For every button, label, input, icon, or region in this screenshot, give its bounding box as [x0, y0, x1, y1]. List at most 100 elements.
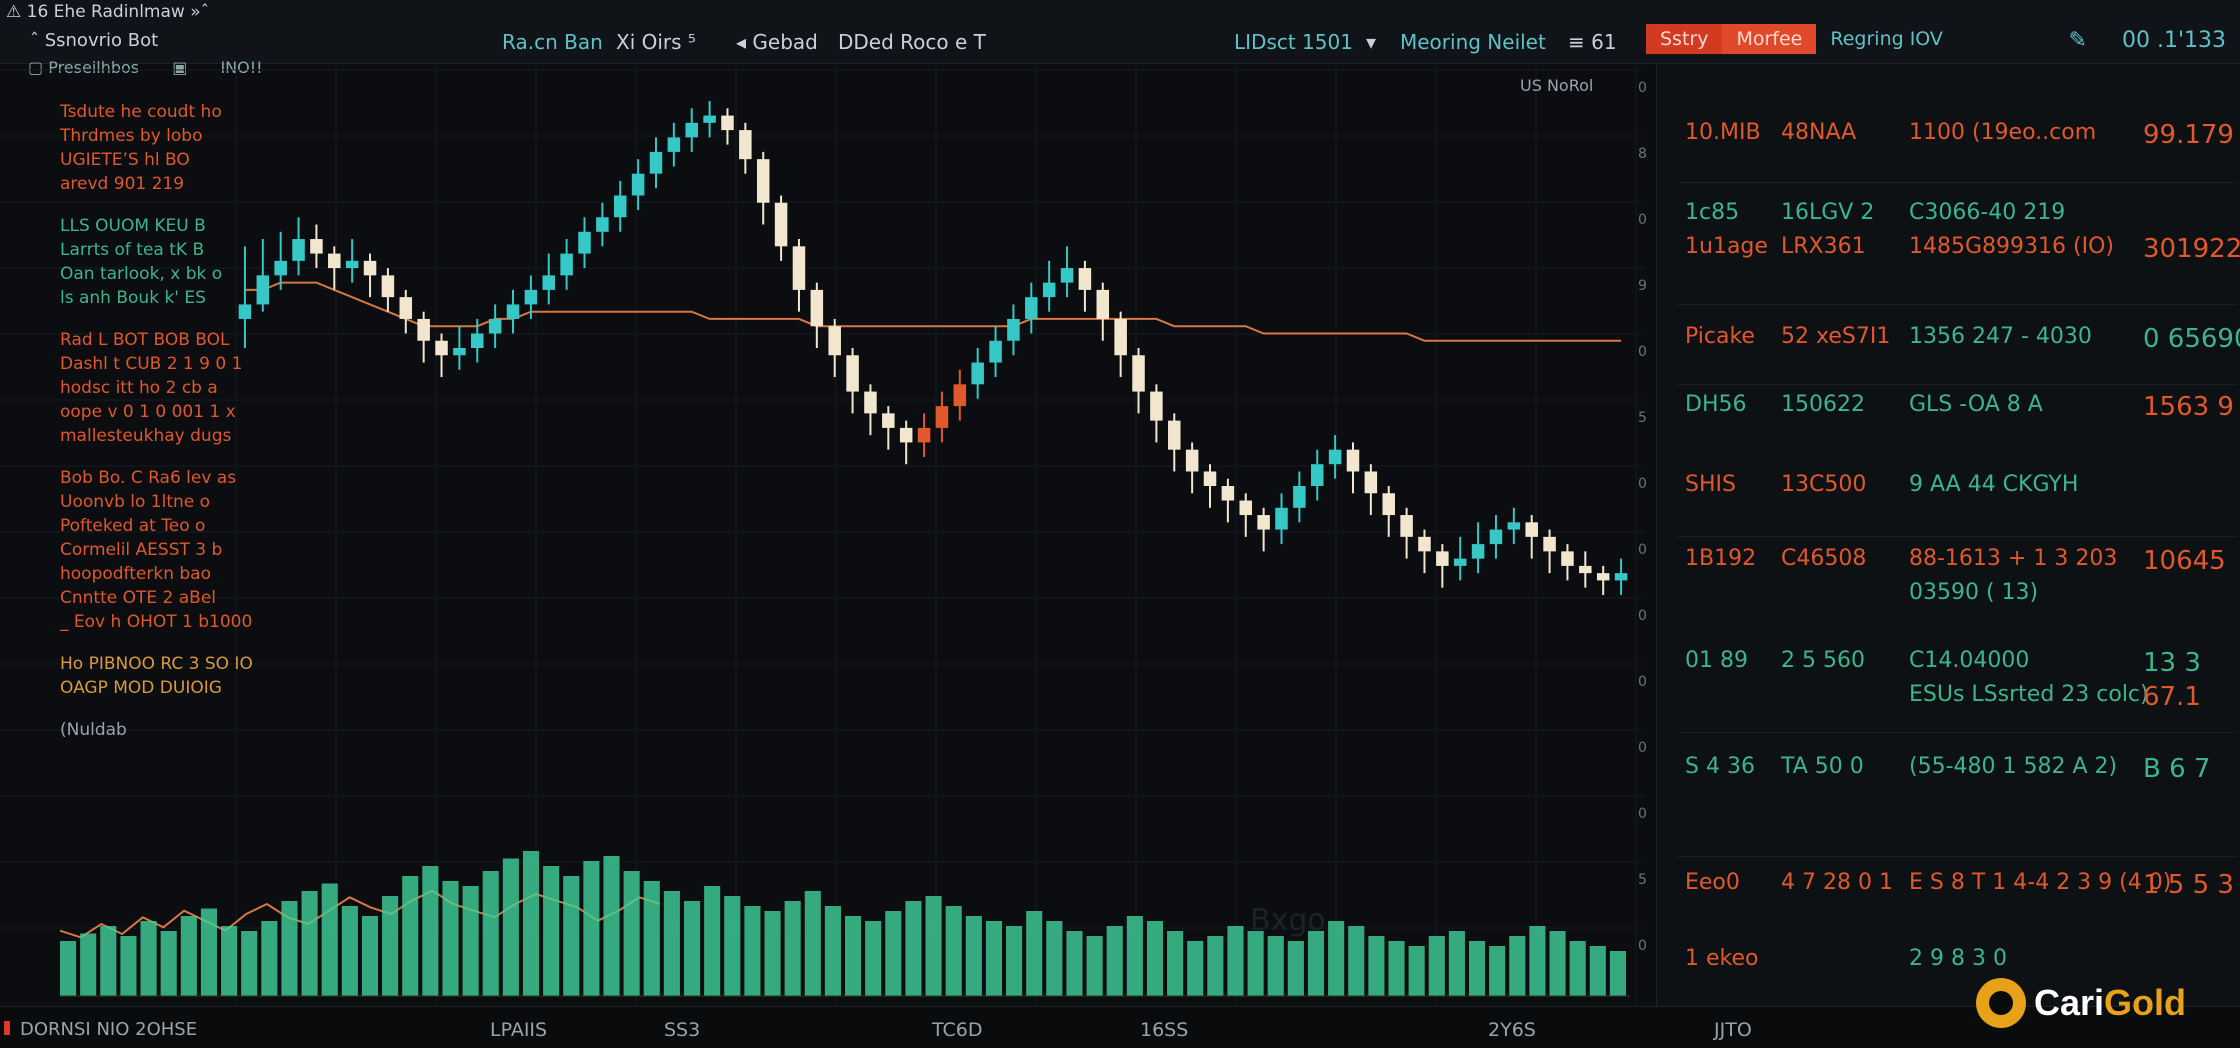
candle-body [953, 384, 967, 407]
candle-body [1096, 289, 1110, 319]
table-row[interactable]: SHIS 13C500 9 AA 44 CKGYH [1657, 472, 2240, 512]
volume-bar [1006, 926, 1023, 996]
volume-bar [764, 911, 781, 996]
volume-bar [321, 883, 338, 996]
menu-item-model[interactable]: DDed Roco e T [838, 30, 986, 54]
panel-tabs: Sstry Morfee Regring IOV [1646, 24, 1957, 54]
candle-body [882, 413, 895, 428]
table-cell: 1B192 [1685, 546, 1757, 571]
table-row[interactable]: DH56 150622 GLS -OA 8 A 1563 9 [1657, 392, 2240, 432]
candle-body [1543, 536, 1556, 552]
volume-bar [985, 921, 1002, 996]
volume-bar [744, 906, 761, 996]
tab-summary[interactable]: Sstry [1646, 24, 1723, 54]
info-line: Tsdute he coudt ho [60, 102, 222, 122]
table-row[interactable]: 03590 ( 13) [1657, 580, 2240, 620]
candle-body [381, 275, 395, 298]
volume-bar [965, 916, 982, 996]
candle-body [685, 122, 698, 138]
table-row[interactable]: Picake 52 xeS7I1 1356 247 - 4030 0 65690 [1657, 324, 2240, 364]
candle-body [256, 275, 270, 305]
volume-bar [865, 921, 882, 996]
candle-body [1239, 500, 1253, 516]
menu-item-orders[interactable]: Xi Oirs ⁵ [616, 30, 696, 54]
candle-body [310, 239, 323, 254]
volume-bar [1569, 941, 1586, 996]
table-cell: C3066-40 219 [1909, 200, 2066, 225]
price-axis-tick: 0 [1638, 740, 1647, 756]
table-cell: 48NAA [1781, 120, 1857, 145]
table-cell: 301922 [2143, 234, 2240, 264]
menu-item-global[interactable]: ◂ Gebad [736, 30, 818, 54]
candle-body [1328, 449, 1342, 465]
info-line: _ Eov h OHOT 1 b1000 [60, 612, 253, 632]
volume-bar [885, 911, 902, 996]
table-cell: DH56 [1685, 392, 1747, 417]
volume-bar [522, 851, 540, 996]
volume-bar [925, 896, 942, 996]
price-chart[interactable]: Bxgo [0, 64, 1645, 1006]
table-row[interactable]: ESUs LSsrted 23 colc) 67.1 [1657, 682, 2240, 722]
volume-bar [1509, 936, 1526, 996]
candle-body [721, 115, 734, 131]
table-cell: 2 5 560 [1781, 648, 1865, 673]
table-row[interactable]: 10.MIB 48NAA 1100 (19eo..com 99.179 [1657, 120, 2240, 160]
candle-body [1203, 471, 1217, 486]
volume-bar [784, 901, 801, 996]
price-axis[interactable]: 0 8 0 9 0 5 0 0 0 0 0 0 5 0 [1638, 70, 1654, 1010]
table-cell: 88-1613 + 1 3 203 [1909, 546, 2118, 571]
candle-body [1346, 449, 1360, 472]
volume-bar [1267, 936, 1284, 996]
info-line: Pofteked at Teo o [60, 516, 206, 536]
top-bar: ⚠ 16 Ehe Radinlmaw »ˆ ˆ Ssnovrio Bot Ra.… [0, 0, 2240, 64]
volume-bar [1448, 931, 1465, 996]
candle-body [1310, 464, 1324, 486]
volume-bar [1207, 936, 1224, 996]
volume-bar [1428, 936, 1445, 996]
table-row[interactable]: S 4 36 TA 50 0 (55-480 1 582 A 2) B 6 7 [1657, 754, 2240, 794]
candle-body [1168, 420, 1181, 450]
chart-area[interactable]: Bxgo [0, 64, 1645, 1006]
info-line: LLS OUOM KEU B [60, 216, 206, 236]
table-cell: C14.04000 [1909, 648, 2030, 673]
table-row[interactable]: Eeo0 4 7 28 0 1 E S 8 T 1 4-4 2 3 9 (4 0) 1… [1657, 870, 2240, 910]
volume-bar [1408, 946, 1425, 996]
table-cell: 10645 [2143, 546, 2226, 576]
menu-item-bar[interactable]: Ra.cn Ban [502, 30, 603, 54]
candle-body [1489, 529, 1503, 545]
tab-region[interactable]: Regring IOV [1816, 24, 1957, 54]
volume-bar [100, 926, 117, 996]
table-cell: (55-480 1 582 A 2) [1909, 754, 2118, 779]
price-axis-tick: 0 [1638, 476, 1647, 492]
volume-bar [422, 866, 439, 996]
top-right-value: 00 .1'133 [2121, 28, 2226, 53]
table-divider [1677, 182, 2237, 183]
candle-body [1507, 522, 1521, 530]
table-cell: 1485G899316 (IO) [1909, 234, 2114, 259]
table-row[interactable]: 1u1age LRX361 1485G899316 (IO) 301922 [1657, 234, 2240, 274]
candle-body [471, 333, 484, 348]
volume-bar [1348, 926, 1365, 996]
symbol-selector[interactable]: LIDsct 1501 [1234, 30, 1353, 54]
candle-body [399, 297, 413, 319]
volume-bar [1187, 941, 1204, 996]
table-cell: 03590 ( 13) [1909, 580, 2039, 605]
candle-body [1114, 318, 1127, 356]
info-line: Thrdmes by lobo [60, 126, 203, 146]
axis-label: US NoRol [1520, 76, 1594, 95]
table-cell: Eeo0 [1685, 870, 1740, 895]
menu-count[interactable]: ≡ 61 [1568, 30, 1617, 54]
tab-market[interactable]: Morfee [1722, 24, 1817, 54]
brand-logo: CariGold [1976, 978, 2186, 1028]
table-cell: 67.1 [2143, 682, 2201, 712]
pencil-icon[interactable]: ✎ [2069, 28, 2087, 53]
chevron-down-icon[interactable]: ▾ [1366, 30, 1376, 54]
info-line: mallesteukhay dugs [60, 426, 232, 446]
mode-selector[interactable]: Meoring Neilet [1400, 30, 1546, 54]
volume-bar [663, 891, 680, 996]
candle-body [1382, 493, 1395, 516]
bottom-bar: DORNSI NIO 2OHSE LPAIIS SS3 TC6D 16SS 2Y… [0, 1006, 2240, 1048]
info-line: UGIETE’S hl BO [60, 150, 190, 170]
volume-bar [120, 936, 137, 996]
brand-mark-icon [1976, 978, 2026, 1028]
